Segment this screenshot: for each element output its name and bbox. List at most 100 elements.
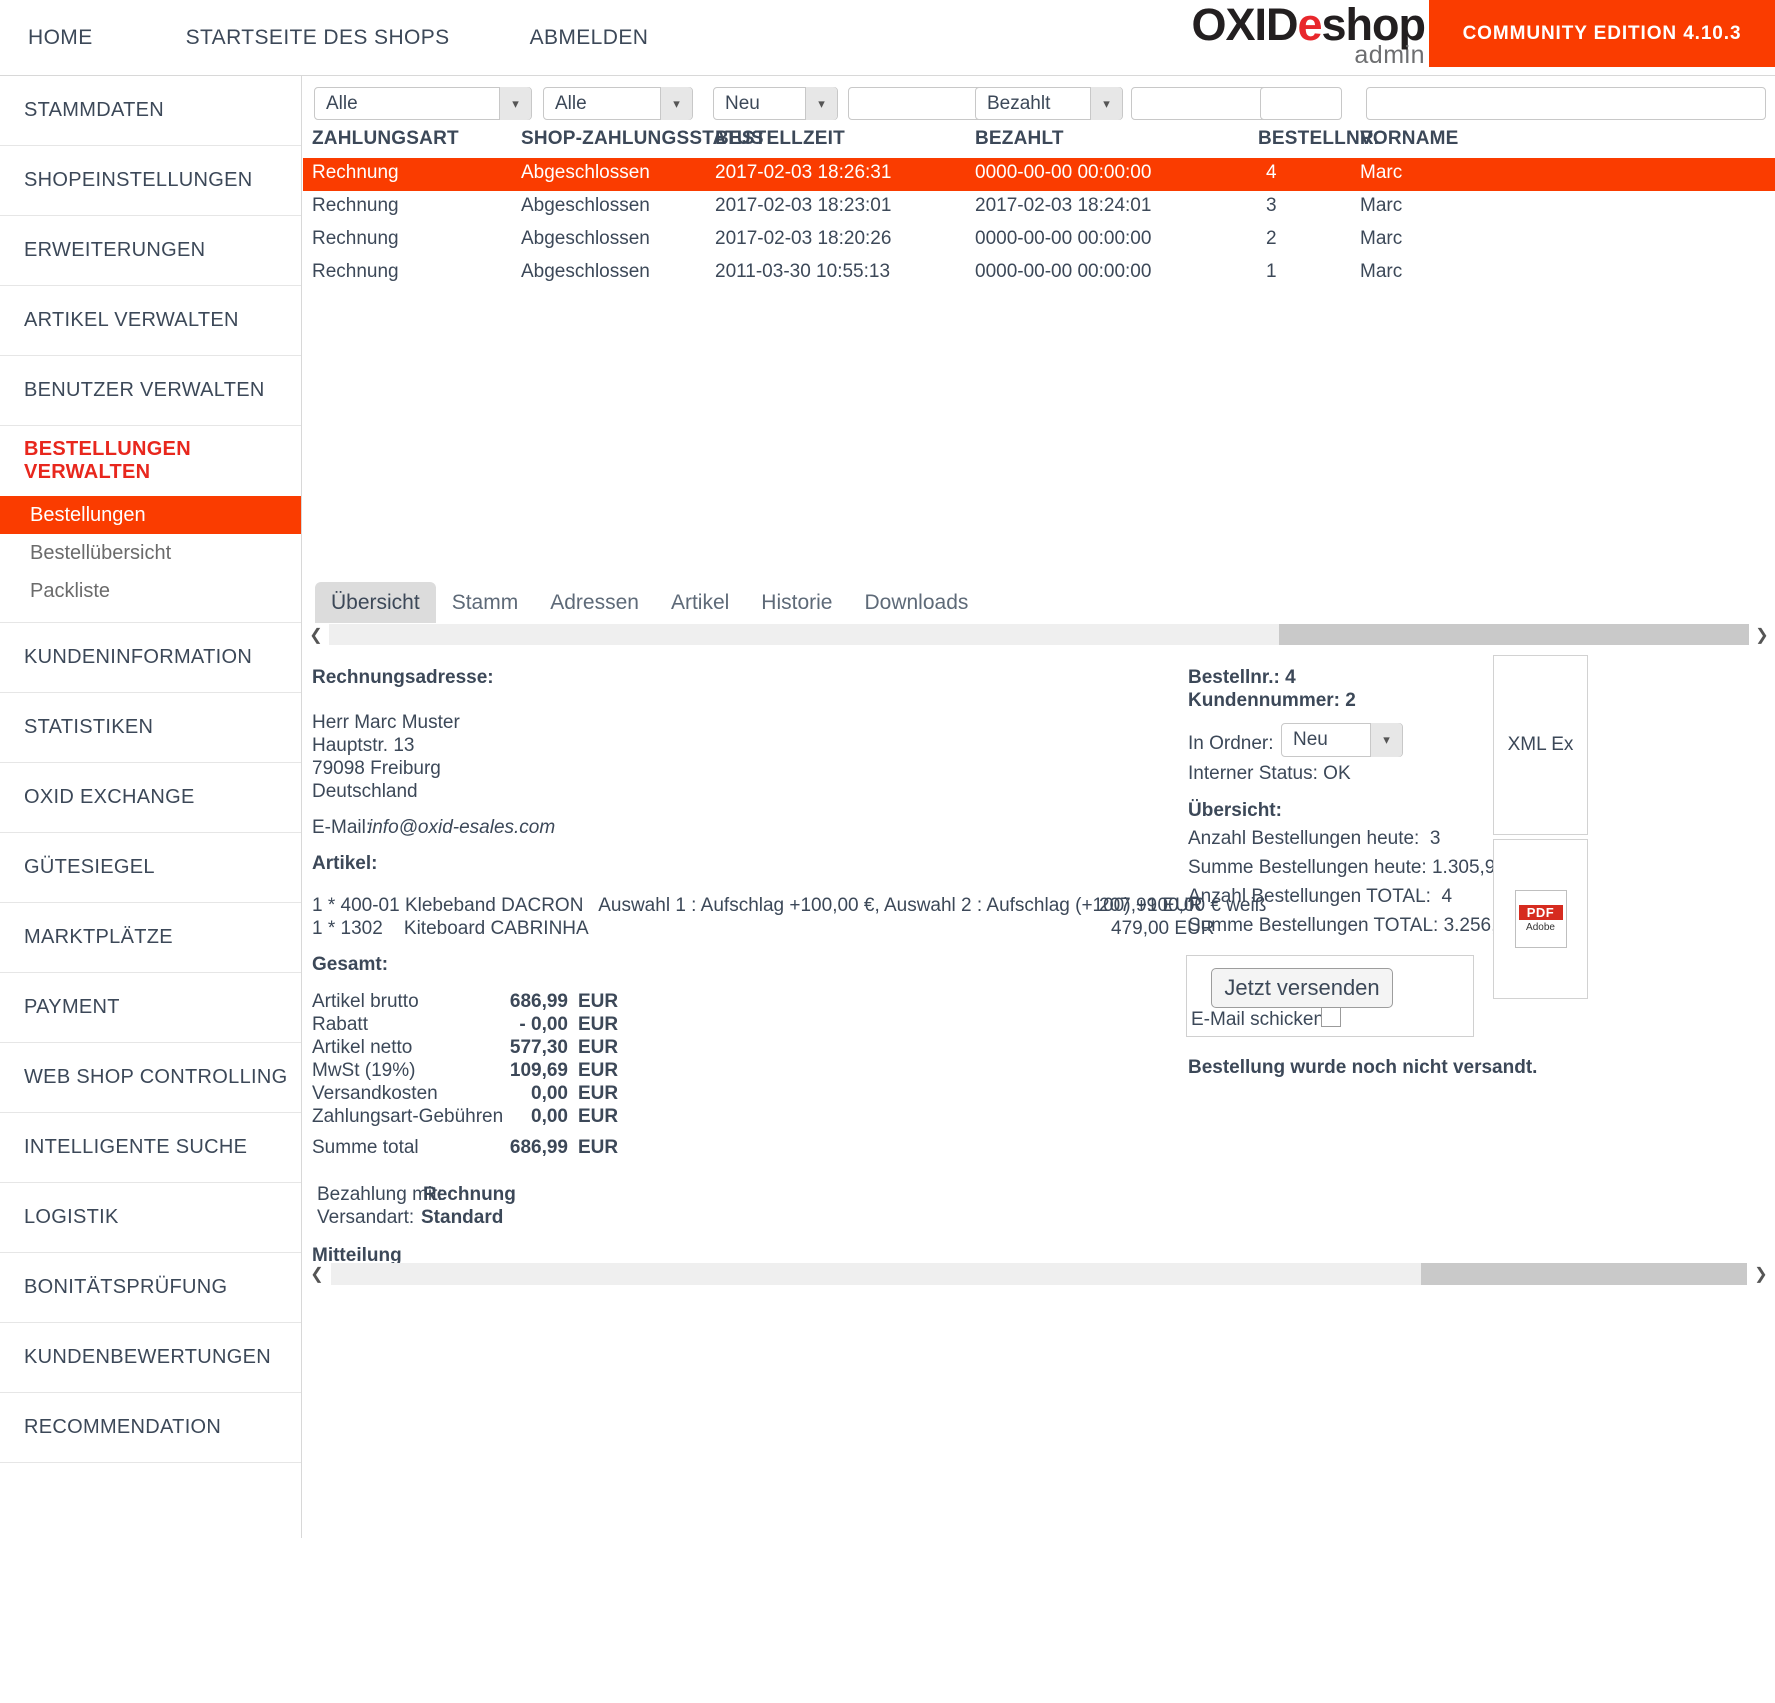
oxid-eshop-logo: OXIDeshop admin	[1191, 2, 1425, 68]
folder-select[interactable]: Neu ▾	[1281, 723, 1403, 757]
filter-zahlungsart-select[interactable]: Alle ▾	[314, 87, 532, 120]
sidebar-item-recommendation[interactable]: RECOMMENDATION	[0, 1393, 301, 1463]
column-header-vorname[interactable]: VORNAME	[1360, 128, 1459, 150]
total-currency-artikel-brutto: EUR	[578, 991, 618, 1013]
address-line-street: Hauptstr. 13	[312, 735, 414, 757]
shipping-label: Versandart:	[317, 1207, 414, 1229]
table-row[interactable]: Rechnung Abgeschlossen 2011-03-30 10:55:…	[303, 257, 1775, 290]
shipping-value: Standard	[421, 1207, 503, 1229]
filter-shop-zahlungsstatus-select[interactable]: Alle ▾	[543, 87, 693, 120]
chevron-down-icon: ▾	[660, 87, 692, 120]
sidebar-subitem-bestellungen[interactable]: Bestellungen	[0, 496, 301, 534]
filter-bezahlt-input[interactable]	[1131, 87, 1276, 120]
total-value-versandkosten: 0,00	[478, 1083, 568, 1105]
sidebar-item-logistik[interactable]: LOGISTIK	[0, 1183, 301, 1253]
main-content: Alle ▾ Alle ▾ Neu ▾ Bezahlt ▾ ZAHLUNGSAR…	[303, 76, 1775, 1538]
filter-bestellnr-input[interactable]	[1260, 87, 1342, 120]
scroll-right-icon[interactable]: ❯	[1747, 1263, 1775, 1285]
total-value-artikel-netto: 577,30	[478, 1037, 568, 1059]
total-currency-artikel-netto: EUR	[578, 1037, 618, 1059]
sidebar-item-web-shop-controlling[interactable]: WEB SHOP CONTROLLING	[0, 1043, 301, 1113]
edition-badge: COMMUNITY EDITION 4.10.3	[1429, 0, 1775, 67]
send-email-checkbox[interactable]	[1321, 1007, 1341, 1027]
overview-heading: Übersicht:	[1188, 800, 1282, 822]
sidebar-item-kundenbewertungen[interactable]: KUNDENBEWERTUNGEN	[0, 1323, 301, 1393]
logo-text-e: e	[1297, 0, 1321, 50]
address-line-city: 79098 Freiburg	[312, 758, 441, 780]
sidebar-item-stammdaten[interactable]: STAMMDATEN	[0, 76, 301, 146]
table-row[interactable]: Rechnung Abgeschlossen 2017-02-03 18:23:…	[303, 191, 1775, 224]
sidebar-item-guetesiegel[interactable]: GÜTESIEGEL	[0, 833, 301, 903]
sidebar-item-marktplaetze[interactable]: MARKTPLÄTZE	[0, 903, 301, 973]
sidebar-item-artikel-verwalten[interactable]: ARTIKEL VERWALTEN	[0, 286, 301, 356]
nav-link-logout[interactable]: ABMELDEN	[530, 26, 649, 50]
pdf-icon-sub: Adobe	[1526, 922, 1555, 933]
column-header-zahlungsart[interactable]: ZAHLUNGSART	[312, 128, 459, 150]
table-row[interactable]: Rechnung Abgeschlossen 2017-02-03 18:20:…	[303, 224, 1775, 257]
email-value[interactable]: info@oxid-esales.com	[368, 817, 555, 839]
scroll-thumb[interactable]	[329, 624, 1279, 645]
column-header-bezahlt[interactable]: BEZAHLT	[975, 128, 1064, 150]
column-header-bestellzeit[interactable]: BESTELLZEIT	[715, 128, 845, 150]
detail-scrollbar-top[interactable]: ❮ ❯	[303, 624, 1775, 645]
cell-zahlungsart: Rechnung	[312, 195, 399, 217]
tab-historie[interactable]: Historie	[745, 582, 848, 623]
tab-uebersicht[interactable]: Übersicht	[315, 582, 436, 623]
totals-heading: Gesamt:	[312, 954, 388, 976]
filter-bezahlt-select[interactable]: Bezahlt ▾	[975, 87, 1123, 120]
tab-artikel[interactable]: Artikel	[655, 582, 745, 623]
cell-bestellnr: 2	[1266, 228, 1277, 250]
sidebar-item-shopeinstellungen[interactable]: SHOPEINSTELLUNGEN	[0, 146, 301, 216]
scroll-thumb[interactable]	[331, 1263, 1421, 1285]
sidebar-item-bonitaetspruefung[interactable]: BONITÄTSPRÜFUNG	[0, 1253, 301, 1323]
sidebar-label: INTELLIGENTE SUCHE	[24, 1136, 247, 1159]
nav-link-shop-frontpage[interactable]: STARTSEITE DES SHOPS	[186, 26, 450, 50]
stat-orders-today: Anzahl Bestellungen heute: 3	[1188, 828, 1440, 850]
scroll-left-icon[interactable]: ❮	[303, 1263, 331, 1285]
article-line-2: 1 * 1302 Kiteboard CABRINHA	[312, 918, 589, 940]
cell-bezahlt: 0000-00-00 00:00:00	[975, 261, 1151, 283]
cell-vorname: Marc	[1360, 195, 1402, 217]
filter-bestellzeit-value: Neu	[725, 93, 760, 115]
tab-downloads[interactable]: Downloads	[848, 582, 984, 623]
sidebar-sublabel: Bestellungen	[30, 504, 146, 527]
sidebar-label: PAYMENT	[24, 996, 120, 1019]
sidebar-label: WEB SHOP CONTROLLING	[24, 1066, 287, 1089]
sidebar-subitem-bestelluebersicht[interactable]: Bestellübersicht	[0, 534, 301, 572]
sidebar-item-statistiken[interactable]: STATISTIKEN	[0, 693, 301, 763]
xml-export-button[interactable]: XML Ex	[1493, 655, 1588, 835]
nav-link-home[interactable]: HOME	[28, 26, 93, 50]
table-row[interactable]: Rechnung Abgeschlossen 2017-02-03 18:26:…	[303, 158, 1775, 191]
detail-scrollbar-bottom[interactable]: ❮ ❯	[303, 1263, 1775, 1285]
cell-vorname: Marc	[1360, 228, 1402, 250]
pdf-export-button[interactable]: PDF Adobe	[1493, 839, 1588, 999]
sidebar-sublabel: Packliste	[30, 580, 110, 603]
email-checkbox-label: E-Mail schicken?	[1191, 1009, 1335, 1031]
scroll-left-icon[interactable]: ❮	[303, 624, 329, 645]
internal-status: Interner Status: OK	[1188, 763, 1351, 785]
sidebar-item-erweiterungen[interactable]: ERWEITERUNGEN	[0, 216, 301, 286]
sidebar-label: KUNDENINFORMATION	[24, 646, 252, 669]
sidebar-item-intelligente-suche[interactable]: INTELLIGENTE SUCHE	[0, 1113, 301, 1183]
filter-shop-zahlungsstatus-value: Alle	[555, 93, 587, 115]
cell-vorname: Marc	[1360, 261, 1402, 283]
sidebar-item-payment[interactable]: PAYMENT	[0, 973, 301, 1043]
sidebar-item-kundeninformation[interactable]: KUNDENINFORMATION	[0, 623, 301, 693]
filter-bestellzeit-select[interactable]: Neu ▾	[713, 87, 838, 120]
send-now-button[interactable]: Jetzt versenden	[1211, 968, 1393, 1008]
filter-vorname-input[interactable]	[1366, 87, 1766, 120]
sidebar-subitem-packliste[interactable]: Packliste	[0, 572, 301, 610]
top-navigation: HOME STARTSEITE DES SHOPS ABMELDEN	[0, 0, 648, 76]
sidebar-item-oxid-exchange[interactable]: OXID EXCHANGE	[0, 763, 301, 833]
chevron-down-icon: ▾	[499, 87, 531, 120]
logo-text-oxid: OXID	[1191, 0, 1297, 50]
sidebar-item-bestellungen-verwalten[interactable]: BESTELLUNGEN VERWALTEN	[0, 426, 301, 496]
sidebar: STAMMDATEN SHOPEINSTELLUNGEN ERWEITERUNG…	[0, 76, 302, 1538]
stat-orders-total: Anzahl Bestellungen TOTAL: 4	[1188, 886, 1452, 908]
payment-value: Rechnung	[423, 1184, 516, 1206]
scroll-right-icon[interactable]: ❯	[1749, 624, 1775, 645]
tab-stamm[interactable]: Stamm	[436, 582, 535, 623]
sidebar-label: ARTIKEL VERWALTEN	[24, 309, 239, 332]
tab-adressen[interactable]: Adressen	[534, 582, 655, 623]
sidebar-item-benutzer-verwalten[interactable]: BENUTZER VERWALTEN	[0, 356, 301, 426]
